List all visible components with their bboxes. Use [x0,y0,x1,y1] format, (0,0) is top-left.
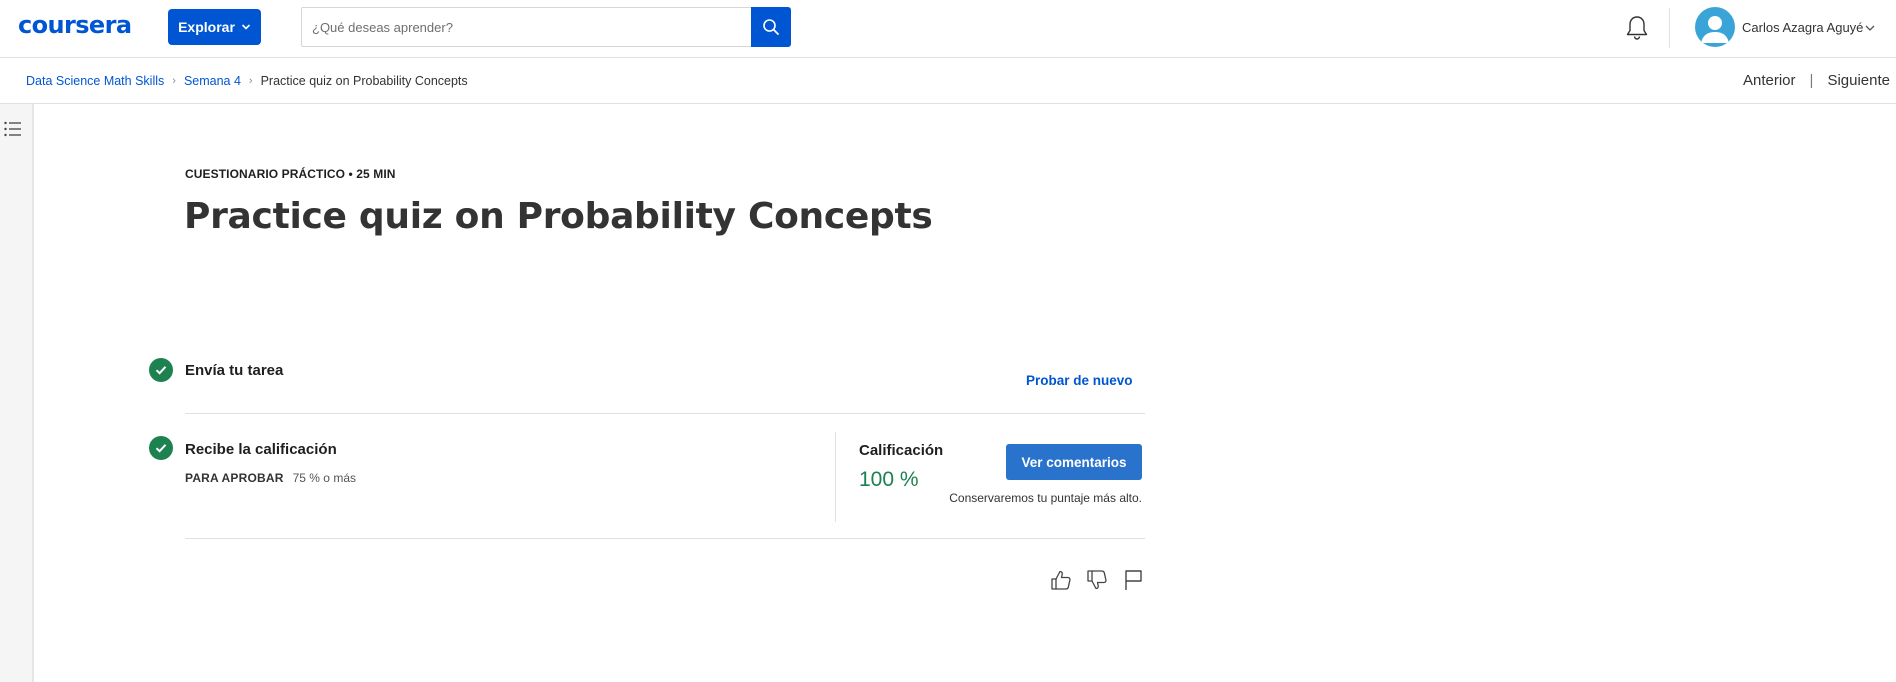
bell-icon[interactable] [1624,14,1650,42]
divider [185,538,1145,539]
chevron-right-icon: › [248,75,253,87]
pass-label: PARA APROBAR [185,471,284,485]
grade-divider [835,432,836,522]
grade-label: Calificación [859,442,944,459]
coursera-logo[interactable]: coursera [18,11,132,39]
check-circle-icon [149,358,173,382]
left-rail [0,104,34,682]
thumbs-down-icon[interactable] [1085,568,1109,592]
breadcrumb-bar: Data Science Math Skills › Semana 4 › Pr… [0,59,1896,104]
item-navigation: Anterior | Siguiente [1743,72,1890,89]
nav-divider: | [1809,72,1814,89]
view-feedback-button[interactable]: Ver comentarios [1006,444,1142,480]
highest-score-note: Conservaremos tu puntaje más alto. [949,491,1142,505]
next-link[interactable]: Siguiente [1827,72,1890,89]
breadcrumb-link-week[interactable]: Semana 4 [184,74,241,88]
breadcrumb: Data Science Math Skills › Semana 4 › Pr… [26,74,468,88]
grade-step-title: Recibe la calificación [185,441,337,458]
breadcrumb-link-course[interactable]: Data Science Math Skills [26,74,164,88]
retry-link[interactable]: Probar de nuevo [1026,373,1133,388]
explore-label: Explorar [178,19,235,35]
flag-icon[interactable] [1121,568,1145,592]
search-button[interactable] [751,7,791,47]
check-circle-icon [149,436,173,460]
explore-button[interactable]: Explorar [168,9,261,45]
header-divider [1669,8,1670,48]
chevron-down-icon[interactable] [1864,22,1876,34]
search-icon [763,19,779,35]
user-name[interactable]: Carlos Azagra Aguyé [1742,20,1863,35]
grade-value: 100 % [859,468,919,491]
divider [185,413,1145,414]
submit-step-title: Envía tu tarea [185,362,284,379]
toc-list-icon[interactable] [3,120,23,138]
page-title: Practice quiz on Probability Concepts [184,196,933,237]
chevron-right-icon: › [172,75,176,87]
pass-value: 75 % o más [292,471,356,485]
user-avatar-icon[interactable] [1695,7,1735,47]
quiz-eyebrow: CUESTIONARIO PRÁCTICO • 25 MIN [185,167,396,181]
top-header: coursera Explorar Carlos Azagra Aguyé [0,0,1896,58]
breadcrumb-current: Practice quiz on Probability Concepts [260,74,468,88]
search-input[interactable] [301,7,751,47]
passing-requirement: PARA APROBAR 75 % o más [185,471,356,485]
chevron-down-icon [241,24,250,30]
thumbs-up-icon[interactable] [1049,568,1073,592]
previous-link[interactable]: Anterior [1743,72,1796,89]
